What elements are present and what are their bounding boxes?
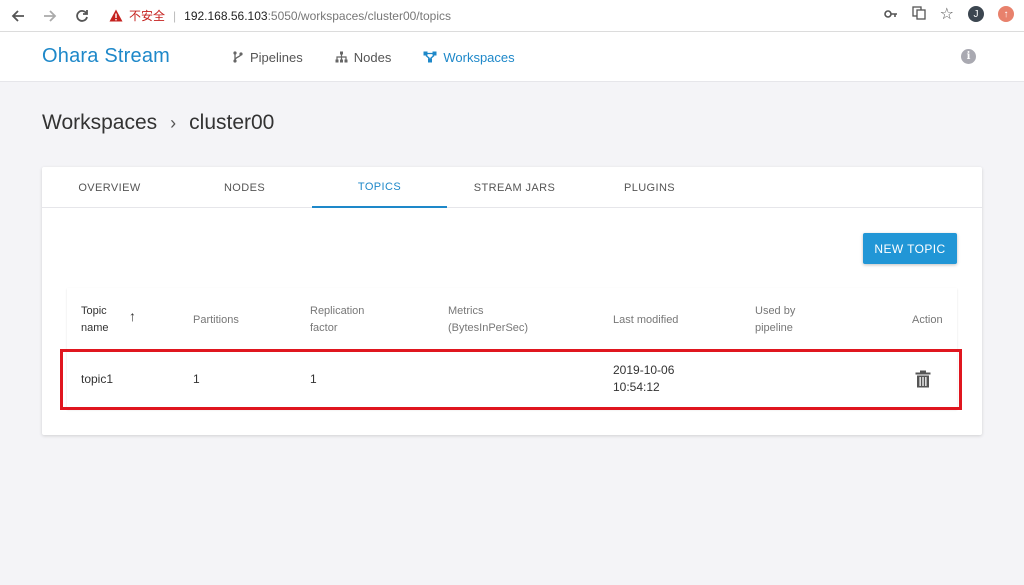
key-icon[interactable] [883,7,898,22]
workspace-tabs: OVERVIEW NODES TOPICS STREAM JARS PLUGIN… [42,167,982,208]
back-button[interactable] [5,3,31,29]
breadcrumb-separator: › [170,112,177,133]
app-header: Ohara Stream Pipelines Nodes Workspaces … [0,32,1024,82]
cell-topic-name: topic1 [81,372,114,386]
star-icon[interactable]: ☆ [940,4,954,24]
nav-item-nodes[interactable]: Nodes [335,49,392,65]
insecure-label: 不安全 [129,9,166,23]
tab-plugins[interactable]: PLUGINS [582,167,717,208]
forward-button[interactable] [37,3,63,29]
header-partitions: Partitions [193,314,239,326]
update-icon[interactable]: ↑ [998,6,1014,22]
breadcrumb: Workspaces › cluster00 [42,111,274,135]
nav-item-workspaces[interactable]: Workspaces [423,49,515,65]
workspaces-icon [423,51,437,63]
back-arrow-icon [11,9,24,22]
url-host: 192.168.56.103 [184,8,268,23]
topics-table: Topic name ↑ Partitions Replication fact… [67,288,957,409]
cell-replication: 1 [310,372,317,386]
header-used-by-pipeline: Used by pipeline [755,303,795,337]
header-topic-name[interactable]: Topic name [81,303,109,337]
header-text: name [81,322,109,334]
header-text: Metrics [448,305,484,317]
new-topic-button[interactable]: NEW TOPIC [863,233,957,264]
reload-button[interactable] [69,3,95,29]
workspace-card: OVERVIEW NODES TOPICS STREAM JARS PLUGIN… [42,167,982,435]
cell-last-modified: 2019-10-06 10:54:12 [613,362,674,396]
header-metrics: Metrics (BytesInPerSec) [448,303,528,337]
header-text: pipeline [755,322,793,334]
address-bar[interactable]: 不安全 | 192.168.56.103 :5050/workspaces/cl… [109,7,451,24]
tab-stream-jars[interactable]: STREAM JARS [447,167,582,208]
header-last-modified: Last modified [613,314,679,326]
main-nav: Pipelines Nodes Workspaces [232,32,515,82]
cell-time: 10:54:12 [613,380,660,394]
breadcrumb-current: cluster00 [189,111,275,134]
trash-icon[interactable] [915,370,931,388]
table-header: Topic name ↑ Partitions Replication fact… [67,288,957,350]
header-text: Used by [755,305,796,317]
header-text: (BytesInPerSec) [448,322,529,334]
header-text: factor [310,322,338,334]
url-separator: | [173,8,177,23]
profile-avatar[interactable]: J [968,6,984,22]
header-replication-factor: Replication factor [310,303,364,337]
browser-toolbar: 不安全 | 192.168.56.103 :5050/workspaces/cl… [0,0,1024,32]
url-path: :5050/workspaces/cluster00/topics [267,8,451,23]
cell-partitions: 1 [193,372,200,386]
browser-actions: ☆ J ↑ [883,4,1014,24]
forward-arrow-icon [44,9,57,22]
translate-icon[interactable] [912,5,926,23]
info-icon[interactable]: i [961,49,976,64]
tab-nodes[interactable]: NODES [177,167,312,208]
header-text: Replication [310,305,365,317]
brand-logo[interactable]: Ohara Stream [42,45,170,68]
tab-overview[interactable]: OVERVIEW [42,167,177,208]
nodes-icon [335,51,348,63]
table-row: topic1 1 1 2019-10-06 10:54:12 [67,350,957,408]
breadcrumb-root[interactable]: Workspaces [42,111,157,135]
cell-date: 2019-10-06 [613,363,675,377]
nav-label: Pipelines [250,49,303,65]
nav-label: Nodes [353,49,392,65]
reload-icon [76,9,88,22]
nav-item-pipelines[interactable]: Pipelines [232,50,303,65]
header-action: Action [912,314,943,326]
warning-icon [109,9,123,23]
sort-ascending-icon[interactable]: ↑ [129,308,136,324]
tab-topics[interactable]: TOPICS [312,167,447,208]
header-text: Topic [81,305,107,317]
pipelines-icon [233,51,243,63]
nav-label: Workspaces [443,49,515,65]
